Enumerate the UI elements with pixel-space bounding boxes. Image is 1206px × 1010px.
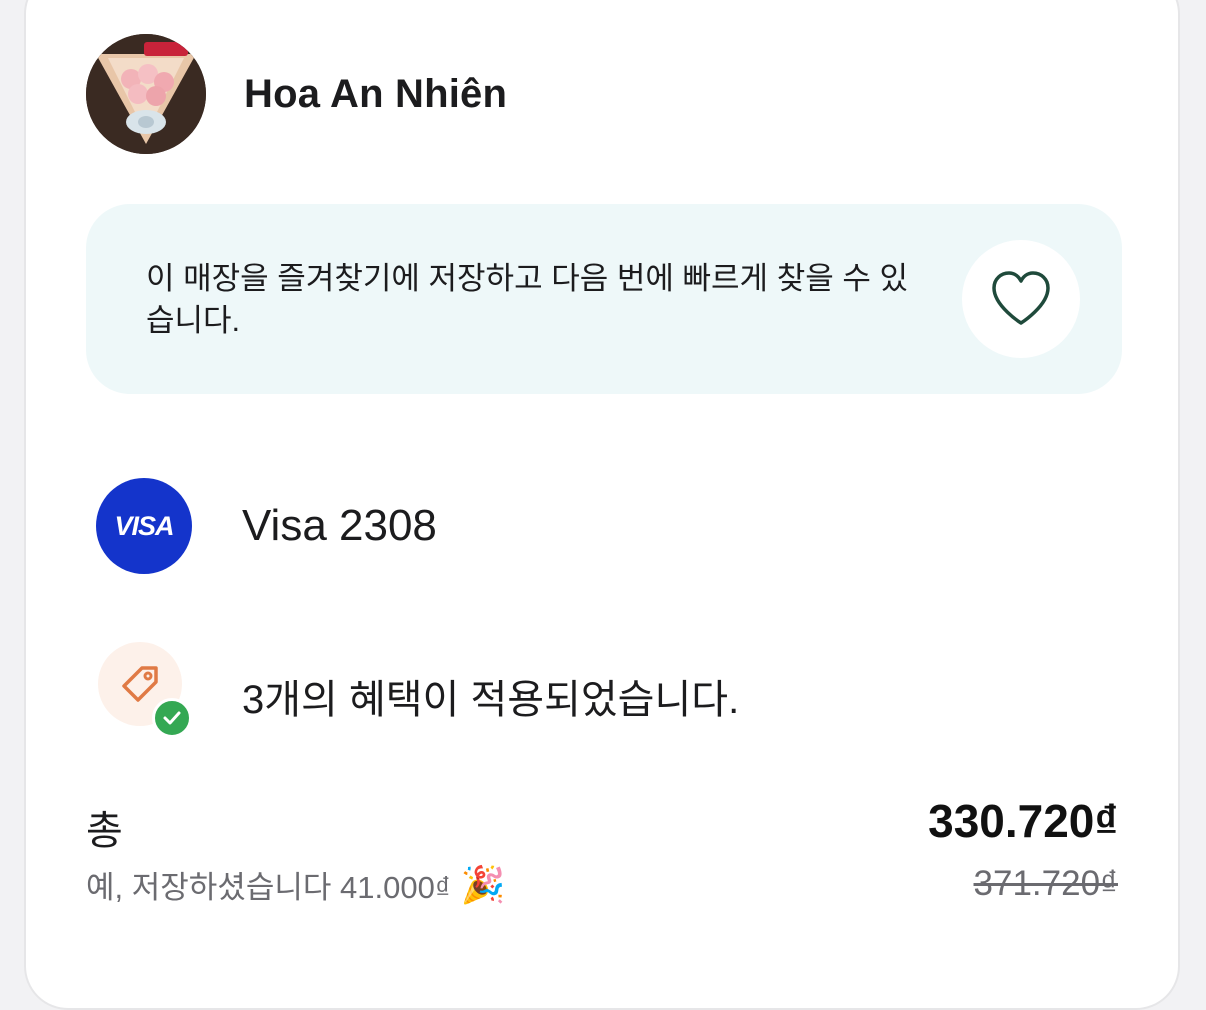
tag-icon: [122, 666, 158, 702]
check-icon: [152, 698, 192, 738]
party-popper-icon: 🎉: [460, 863, 506, 905]
original-price: 371.720₫: [973, 864, 1118, 903]
total-label: 총: [86, 809, 123, 853]
total-price: 330.720₫: [928, 795, 1118, 847]
visa-logo-icon: VISA: [96, 478, 192, 574]
visa-brand-text: VISA: [114, 510, 174, 541]
payment-method-row[interactable]: VISA Visa 2308: [96, 478, 437, 574]
heart-icon: [992, 271, 1050, 325]
store-avatar: [86, 34, 206, 154]
favorite-button[interactable]: [962, 240, 1080, 358]
store-name: Hoa An Nhiên: [244, 71, 508, 116]
promotions-row[interactable]: 3개의 혜택이 적용되었습니다.: [96, 642, 740, 744]
promotion-icon-group: [96, 642, 192, 744]
payment-method-label: Visa 2308: [242, 501, 437, 550]
store-header: Hoa An Nhiên: [86, 34, 507, 154]
savings-row: 예, 저장하셨습니다 41.000₫ 🎉: [86, 862, 506, 907]
promotions-label: 3개의 혜택이 적용되었습니다.: [242, 678, 740, 722]
flower-bouquet-image: [86, 34, 206, 154]
favorite-banner: 이 매장을 즐겨찾기에 저장하고 다음 번에 빠르게 찾을 수 있습니다.: [86, 204, 1122, 394]
checkout-card: Hoa An Nhiên 이 매장을 즐겨찾기에 저장하고 다음 번에 빠르게 …: [24, 0, 1180, 1010]
favorite-message: 이 매장을 즐겨찾기에 저장하고 다음 번에 빠르게 찾을 수 있습니다.: [146, 261, 908, 338]
savings-text: 예, 저장하셨습니다 41.000₫: [86, 870, 451, 905]
